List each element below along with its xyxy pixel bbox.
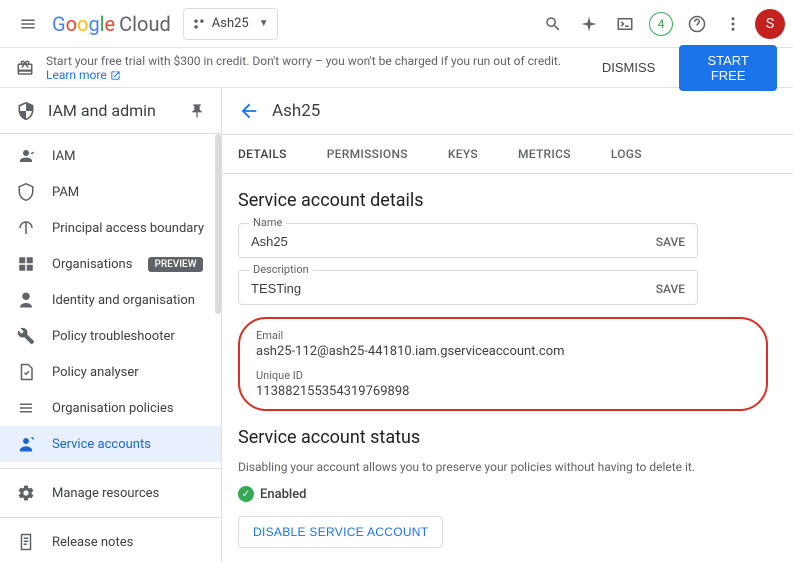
help-icon[interactable]: [679, 6, 715, 42]
scrollbar[interactable]: [215, 134, 221, 314]
dismiss-button[interactable]: DISMISS: [590, 52, 667, 83]
sidebar-item-iam[interactable]: IAM: [0, 138, 221, 174]
section-title-details: Service account details: [238, 190, 777, 211]
chevron-down-icon: ▼: [259, 18, 269, 29]
pin-icon[interactable]: [189, 103, 205, 119]
divider: [0, 468, 221, 469]
email-value: ash25-112@ash25-441810.iam.gserviceaccou…: [256, 344, 750, 359]
description-input[interactable]: [251, 281, 656, 296]
sidebar-item-label: Identity and organisation: [52, 293, 195, 308]
sidebar-item-release-notes[interactable]: Release notes: [0, 524, 221, 560]
divider: [0, 517, 221, 518]
name-save-button[interactable]: SAVE: [656, 235, 685, 249]
page-title: Ash25: [272, 101, 320, 121]
hamburger-menu-icon[interactable]: [8, 4, 48, 44]
sidebar-item-policy-troubleshooter[interactable]: Policy troubleshooter: [0, 318, 221, 354]
sidebar-item-organisation-policies[interactable]: Organisation policies: [0, 390, 221, 426]
status-description: Disabling your account allows you to pre…: [238, 460, 777, 474]
boundary-icon: [16, 219, 36, 237]
pam-icon: [16, 183, 36, 201]
organisations-icon: [16, 255, 36, 273]
sidebar-item-organisations[interactable]: Organisations PREVIEW: [0, 246, 221, 282]
search-icon[interactable]: [535, 6, 571, 42]
sidebar-item-label: Organisation policies: [52, 401, 174, 416]
back-button[interactable]: [238, 100, 260, 122]
name-label: Name: [249, 216, 286, 229]
sidebar-title: IAM and admin: [48, 101, 177, 120]
tab-keys[interactable]: KEYS: [448, 147, 478, 161]
tabs: DETAILS PERMISSIONS KEYS METRICS LOGS: [222, 134, 793, 174]
name-field: Name SAVE: [238, 223, 698, 258]
tab-logs[interactable]: LOGS: [611, 147, 642, 161]
iam-admin-icon: [16, 101, 36, 121]
status-enabled-label: Enabled: [260, 487, 307, 502]
tab-details[interactable]: DETAILS: [238, 147, 287, 161]
trial-text: Start your free trial with $300 in credi…: [46, 54, 566, 82]
more-icon[interactable]: [715, 6, 751, 42]
sidebar-item-label: Policy troubleshooter: [52, 329, 175, 344]
sidebar-item-label: IAM: [52, 149, 75, 164]
google-cloud-logo[interactable]: Google Cloud: [52, 12, 171, 36]
section-title-status: Service account status: [238, 427, 777, 448]
preview-badge: PREVIEW: [148, 257, 202, 272]
sidebar-item-label: Policy analyser: [52, 365, 139, 380]
description-label: Description: [249, 263, 313, 276]
name-input[interactable]: [251, 234, 656, 249]
sidebar-item-label: Manage resources: [52, 486, 159, 501]
project-name: Ash25: [212, 16, 249, 31]
content-header: Ash25: [222, 88, 793, 134]
resources-icon: [16, 484, 36, 502]
description-save-button[interactable]: SAVE: [656, 282, 685, 296]
status-row: ✓ Enabled: [238, 486, 777, 502]
top-header: Google Cloud Ash25 ▼ 4 S: [0, 0, 793, 48]
sidebar-item-label: Service accounts: [52, 437, 151, 452]
sidebar-item-policy-analyser[interactable]: Policy analyser: [0, 354, 221, 390]
tab-permissions[interactable]: PERMISSIONS: [327, 147, 408, 161]
sidebar-item-service-accounts[interactable]: Service accounts: [0, 426, 221, 462]
sidebar-item-label: Release notes: [52, 535, 133, 550]
project-selector[interactable]: Ash25 ▼: [183, 8, 278, 40]
gift-icon: [16, 59, 34, 77]
sidebar-item-pam[interactable]: PAM: [0, 174, 221, 210]
identity-icon: [16, 291, 36, 309]
learn-more-link[interactable]: Learn more: [46, 68, 121, 82]
tab-metrics[interactable]: METRICS: [518, 147, 571, 161]
email-uid-highlight: Email ash25-112@ash25-441810.iam.gservic…: [238, 317, 768, 411]
policies-icon: [16, 399, 36, 417]
sidebar-item-manage-resources[interactable]: Manage resources: [0, 475, 221, 511]
description-field: Description SAVE: [238, 270, 698, 305]
gemini-icon[interactable]: [571, 6, 607, 42]
sidebar-item-principal-access-boundary[interactable]: Principal access boundary: [0, 210, 221, 246]
notifications-icon[interactable]: 4: [643, 6, 679, 42]
cloud-shell-icon[interactable]: [607, 6, 643, 42]
disable-service-account-button[interactable]: DISABLE SERVICE ACCOUNT: [238, 516, 443, 548]
sidebar-header: IAM and admin: [0, 88, 221, 134]
sidebar-item-label: Organisations: [52, 257, 132, 272]
uid-value: 113882155354319769898: [256, 384, 750, 399]
release-notes-icon: [16, 533, 36, 551]
start-free-button[interactable]: START FREE: [679, 45, 777, 91]
sidebar-item-label: Principal access boundary: [52, 221, 204, 236]
avatar[interactable]: S: [755, 9, 785, 39]
troubleshooter-icon: [16, 327, 36, 345]
trial-banner: Start your free trial with $300 in credi…: [0, 48, 793, 88]
analyser-icon: [16, 363, 36, 381]
sidebar-item-identity-organisation[interactable]: Identity and organisation: [0, 282, 221, 318]
sidebar-item-label: PAM: [52, 185, 79, 200]
sidebar: IAM and admin IAM PAM Principal access b…: [0, 88, 222, 562]
uid-label: Unique ID: [256, 369, 750, 382]
content: Ash25 DETAILS PERMISSIONS KEYS METRICS L…: [222, 88, 793, 562]
check-circle-icon: ✓: [238, 486, 254, 502]
email-label: Email: [256, 329, 750, 342]
iam-icon: [16, 147, 36, 165]
service-accounts-icon: [16, 435, 36, 453]
